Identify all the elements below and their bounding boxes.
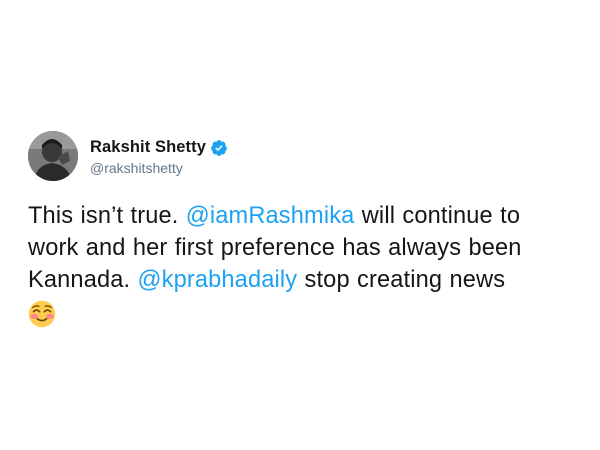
tweet-text-segment: will continue to [354, 203, 521, 229]
tweet-header: Rakshit Shetty @rakshitshetty [28, 128, 580, 184]
name-row: Rakshit Shetty [90, 137, 228, 159]
tweet-line-3: Kannada. @kprabhadaily stop creating new… [28, 264, 580, 296]
mention-link[interactable]: @iamRashmika [186, 203, 355, 229]
verified-badge-icon [210, 139, 228, 157]
tweet-text-segment: Kannada. [28, 267, 138, 293]
tweet-line-2: work and her first preference has always… [28, 235, 522, 261]
avatar[interactable] [28, 131, 78, 181]
mention-link[interactable]: @kprabhadaily [138, 267, 298, 293]
user-handle[interactable]: @rakshitshetty [90, 160, 228, 176]
tweet-text-segment: stop creating news [297, 267, 506, 293]
tweet-text-segment: This isn’t true. [28, 203, 186, 229]
display-name[interactable]: Rakshit Shetty [90, 138, 206, 157]
smiling-face-emoji-icon [28, 300, 56, 328]
author-info: Rakshit Shetty @rakshitshetty [90, 137, 228, 176]
tweet-text: This isn’t true. @iamRashmika will conti… [28, 200, 580, 328]
tweet-card: Rakshit Shetty @rakshitshetty This isn’t… [28, 128, 580, 328]
tweet-line-1: This isn’t true. @iamRashmika will conti… [28, 200, 580, 232]
